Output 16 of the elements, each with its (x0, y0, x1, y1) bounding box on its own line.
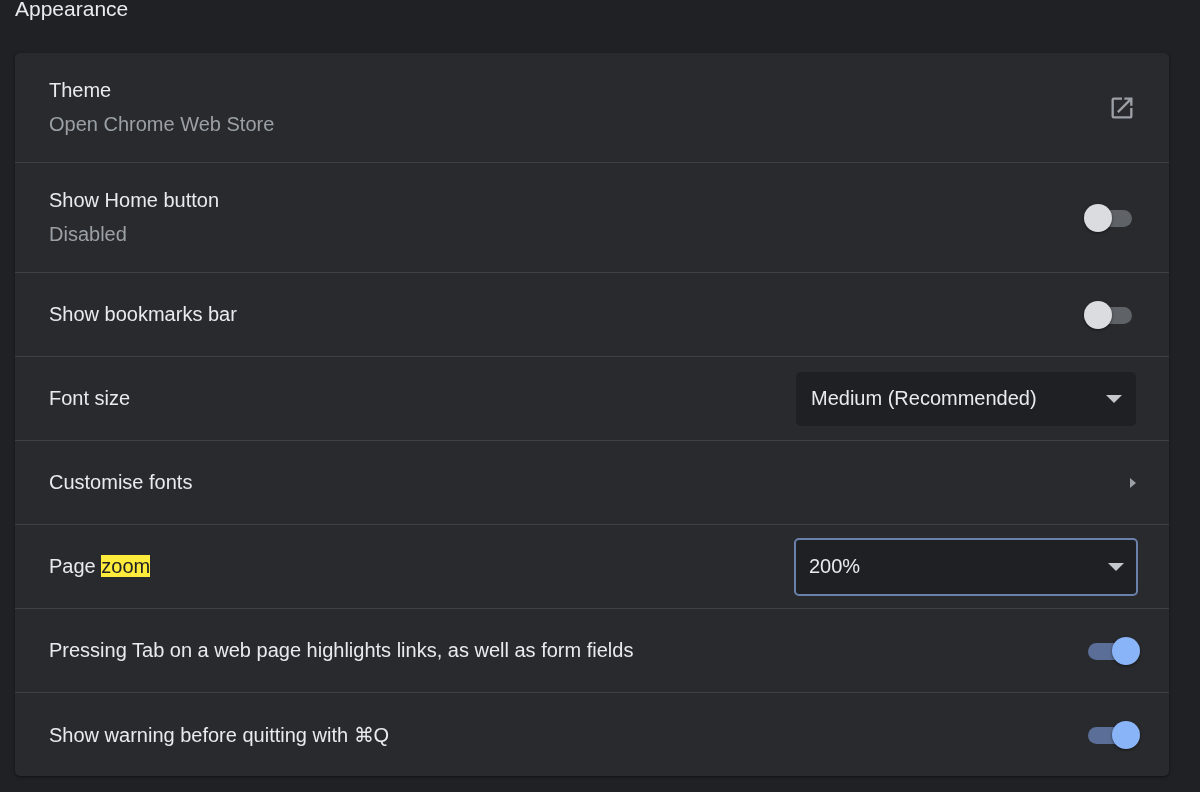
setting-label: Show bookmarks bar (49, 303, 238, 326)
arrow-icon[interactable] (1129, 475, 1137, 490)
setting-description: Open Chrome Web Store (49, 113, 276, 136)
caret-icon (1106, 393, 1122, 404)
setting-label: Customise fonts (49, 471, 194, 494)
setting-label: Theme (49, 79, 113, 102)
setting-label: Show Home button (49, 189, 221, 212)
setting-label: Pressing Tab on a web page highlights links, as well as form fields (49, 639, 635, 662)
dropdown[interactable]: Medium (Recommended) (796, 371, 1136, 426)
caret-icon (1108, 561, 1124, 572)
setting-label: Font size (49, 387, 132, 410)
setting-label: Show warning before quitting with ⌘Q (49, 722, 391, 747)
dropdown[interactable]: 200% (794, 537, 1138, 596)
section-title: Appearance (14, 0, 129, 20)
setting-description: Disabled (49, 223, 128, 246)
setting-label: Page zoom (49, 555, 151, 578)
